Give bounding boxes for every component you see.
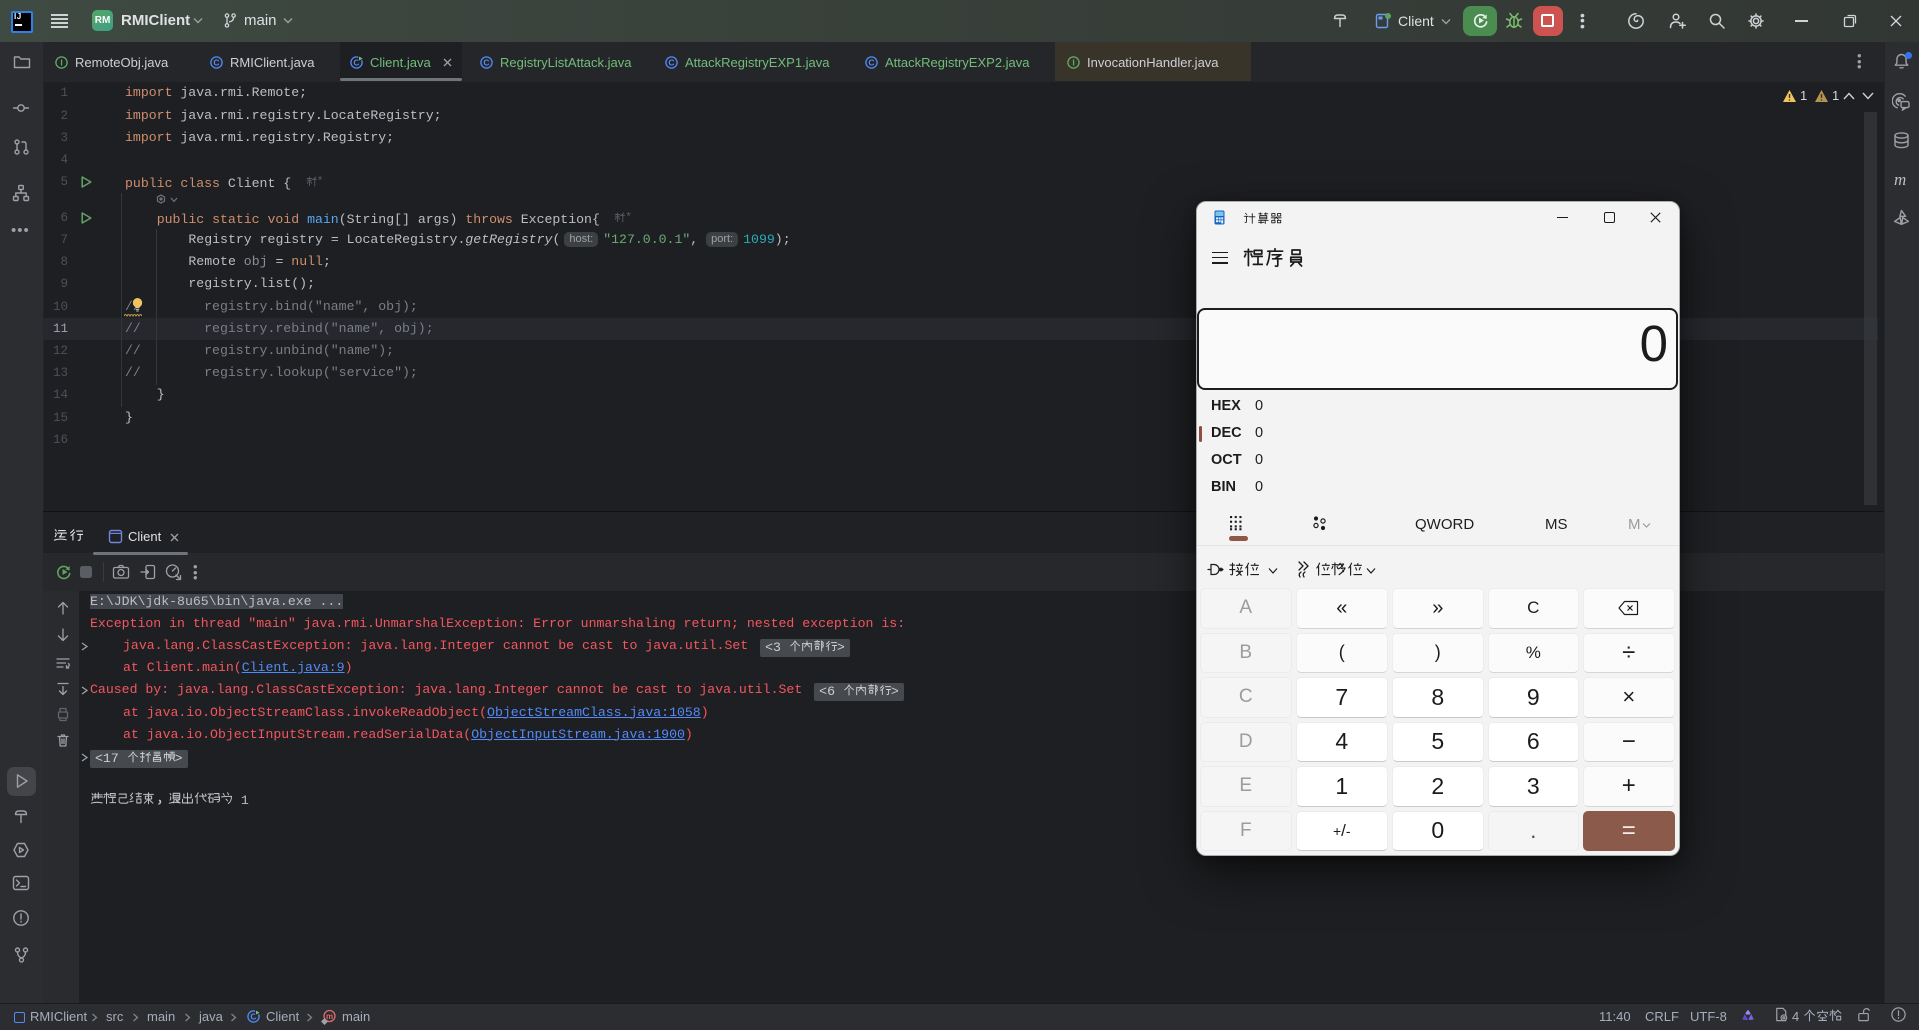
svg-text:m: m [326,1012,333,1021]
svg-text:C: C [868,58,874,68]
svg-text:C: C [213,58,219,68]
svg-text:C: C [483,58,489,68]
svg-text:C: C [668,58,674,68]
svg-text:I: I [60,58,62,68]
svg-text:I: I [1072,58,1074,68]
